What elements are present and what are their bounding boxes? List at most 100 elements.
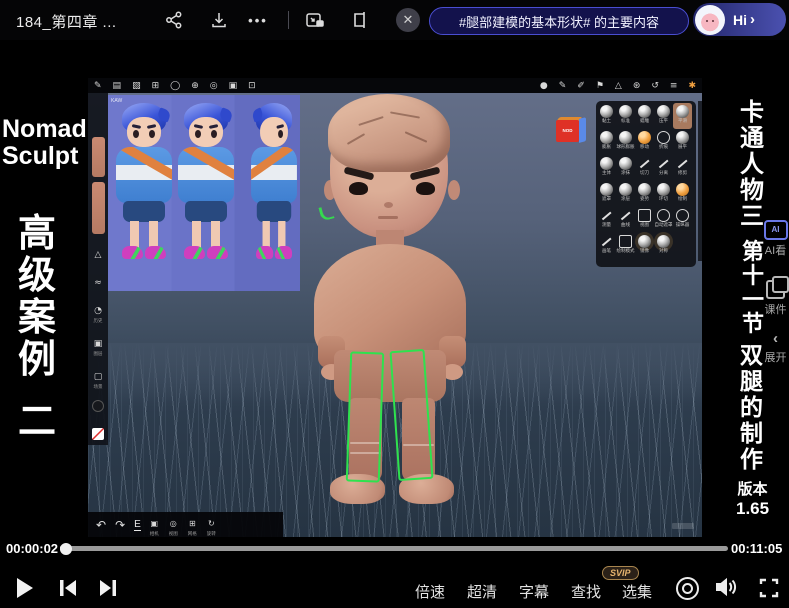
version-info: 版本 1.65: [736, 478, 769, 519]
radius-slider[interactable]: [92, 137, 105, 177]
sculpt-viewport[interactable]: △ ≈ ◔历史 ▣图层 ▢场景 KAW: [88, 93, 702, 537]
brush-tool[interactable]: 球形膨胀: [616, 129, 635, 155]
brush-tool[interactable]: 绘制模式: [616, 233, 635, 259]
previous-button[interactable]: [57, 577, 79, 604]
settings-sphere-icon[interactable]: ⊛: [633, 81, 641, 91]
brush-tool[interactable]: 修剪: [673, 155, 692, 181]
expand-button[interactable]: ‹ 展开: [762, 330, 789, 365]
brush-tool[interactable]: 主体: [597, 155, 616, 181]
next-button[interactable]: [97, 577, 119, 604]
episodes-button[interactable]: 选集: [622, 581, 652, 602]
brush-tool[interactable]: 测量: [597, 207, 616, 233]
brush-tool[interactable]: 压平: [654, 103, 673, 129]
chevron-left-icon: ‹: [762, 330, 789, 347]
material-swatch[interactable]: [92, 427, 104, 445]
video-frame[interactable]: ✎ ▤ ▧ ⊞ ◯ ⊕ ◎ ▣ ⊡ ● ✎ ✐ ⚑ △ ⊛ ↺ ≡ ✱ △ ≈ ◔历史 ▣图层 ▢场景 KAW: [88, 78, 702, 537]
sliders-icon[interactable]: ≡: [670, 81, 678, 91]
matcap-ball-icon[interactable]: [92, 399, 104, 417]
symmetry-icon[interactable]: △: [95, 244, 102, 262]
brush-tool[interactable]: 姿势: [635, 181, 654, 207]
fullscreen-icon[interactable]: [759, 578, 779, 603]
camera-icon[interactable]: ◎: [210, 81, 218, 91]
grid-icon[interactable]: ⊞网格: [188, 513, 197, 536]
brush-tool[interactable]: 折痕: [654, 129, 673, 155]
brush-tool[interactable]: 对称: [654, 233, 673, 259]
magic-brush-icon[interactable]: ✱: [688, 81, 696, 91]
brush-palette: 黏土标准蜡雕压平平滑膨胀球形膨胀移动折痕展平主体涂抹切刀分离修剪遮罩涂层姿势环切…: [596, 101, 696, 267]
edit-mode-button[interactable]: E: [134, 519, 141, 531]
brush-tool[interactable]: 画笔: [597, 233, 616, 259]
leg-annotation-box-left: [346, 351, 385, 482]
tools-icon[interactable]: ✎: [94, 81, 102, 91]
view-icon[interactable]: ◎视图: [169, 513, 178, 536]
speed-button[interactable]: 倍速: [415, 581, 445, 602]
download-icon[interactable]: [207, 8, 231, 32]
gizmo-icon[interactable]: ⊕: [191, 81, 199, 91]
topology-icon[interactable]: ⊞: [152, 81, 160, 91]
more-icon[interactable]: •••: [246, 8, 270, 32]
undo-icon[interactable]: ↶: [96, 518, 106, 532]
brush-tool[interactable]: 移动: [635, 129, 654, 155]
assistant-button[interactable]: Hi ›: [693, 3, 786, 36]
pen-icon[interactable]: ✎: [559, 81, 567, 91]
sculpt-model-character[interactable]: [312, 98, 472, 510]
brush-tool[interactable]: 操纵器: [673, 207, 692, 233]
play-button[interactable]: [14, 576, 36, 605]
background-icon[interactable]: ▣: [229, 81, 238, 91]
orbit-icon[interactable]: ↻旋转: [207, 513, 216, 536]
interface-icon[interactable]: ⊡: [248, 81, 256, 91]
subtitles-button[interactable]: 字幕: [519, 581, 549, 602]
volume-icon[interactable]: [714, 576, 738, 603]
quality-button[interactable]: 超清: [467, 581, 497, 602]
courseware-button[interactable]: 课件: [762, 280, 789, 317]
brush-tool[interactable]: 切刀: [635, 155, 654, 181]
brush-tool[interactable]: 标准: [616, 103, 635, 129]
brush-tool[interactable]: 涂抹: [616, 155, 635, 181]
brush-tool[interactable]: 遮罩: [597, 181, 616, 207]
right-episode-title: 第十一节: [742, 240, 764, 336]
find-button[interactable]: 查找: [571, 581, 601, 602]
brush-tool[interactable]: 蜡雕: [635, 103, 654, 129]
reference-image-panel[interactable]: KAW: [108, 95, 300, 291]
ai-watch-button[interactable]: AI AI看: [762, 220, 789, 258]
share-icon[interactable]: [162, 8, 186, 32]
brush-tool[interactable]: 镜像: [635, 233, 654, 259]
brush-tool[interactable]: 自动遮罩: [654, 207, 673, 233]
topic-pill-button[interactable]: #腿部建模的基本形状# 的主要内容: [429, 7, 689, 35]
close-icon[interactable]: ✕: [396, 8, 420, 32]
mirror-icon[interactable]: △: [615, 81, 622, 91]
brush-tool[interactable]: 环切: [654, 181, 673, 207]
lasso-icon[interactable]: ✐: [577, 81, 585, 91]
mask-flag-icon[interactable]: ⚑: [596, 81, 604, 91]
camera-view-icon[interactable]: ▣相机: [150, 513, 159, 536]
redo-icon[interactable]: ↷: [115, 518, 125, 532]
brush-tool[interactable]: 展平: [673, 129, 692, 155]
strength-slider[interactable]: [92, 182, 105, 234]
snapshot-icon[interactable]: ▢场景: [94, 366, 103, 389]
folder-icon[interactable]: ▤: [113, 81, 122, 91]
crop-icon[interactable]: [349, 8, 373, 32]
app-top-icons-left: ✎ ▤ ▧ ⊞ ◯ ⊕ ◎ ▣ ⊡: [94, 81, 256, 91]
version-label: 版本: [736, 478, 769, 499]
brush-tool[interactable]: 黏土: [597, 103, 616, 129]
brush-tool[interactable]: 曲线: [616, 207, 635, 233]
pip-icon[interactable]: [303, 8, 327, 32]
progress-handle[interactable]: [60, 543, 72, 555]
brush-tool[interactable]: 平滑: [673, 103, 692, 129]
brush-tool[interactable]: 绘制: [673, 181, 692, 207]
history-icon[interactable]: ◔历史: [94, 300, 103, 323]
scene-icon[interactable]: ▧: [132, 81, 141, 91]
material-ball-icon[interactable]: ●: [540, 81, 548, 91]
app-top-icons-right: ● ✎ ✐ ⚑ △ ⊛ ↺ ≡ ✱: [540, 81, 696, 91]
record-icon[interactable]: [676, 577, 699, 600]
brush-tool[interactable]: 涂层: [616, 181, 635, 207]
stroke-icon[interactable]: ≈: [94, 272, 102, 290]
brush-tool[interactable]: 分离: [654, 155, 673, 181]
layer-icon[interactable]: ▣图层: [94, 333, 103, 356]
progress-bar[interactable]: [60, 546, 728, 551]
rotate-icon[interactable]: ↺: [651, 81, 659, 91]
brush-tool[interactable]: 膨胀: [597, 129, 616, 155]
sphere-icon[interactable]: ◯: [170, 81, 180, 91]
orientation-cube[interactable]: NOD: [556, 117, 586, 144]
brush-tool[interactable]: 视图: [635, 207, 654, 233]
